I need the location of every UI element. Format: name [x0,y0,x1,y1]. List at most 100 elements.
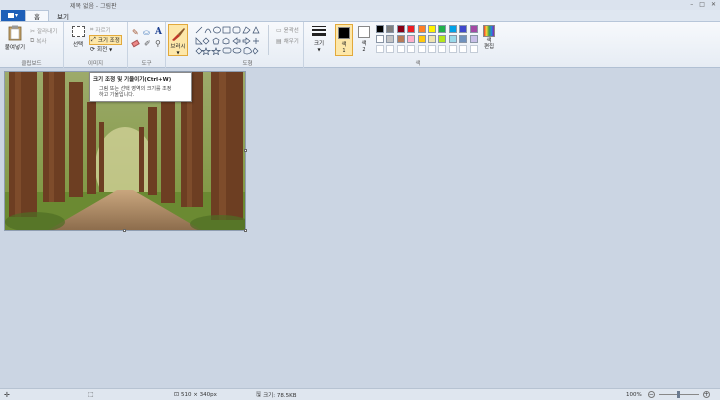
palette-swatch[interactable] [469,45,478,53]
palette-swatch[interactable] [459,25,468,33]
rotate-button[interactable]: ⟳ 회전 ▼ [90,45,113,54]
fill-shape-icon: ▤ [276,37,282,45]
colors-group: 색 1 색 2 색 편집 색 [334,22,502,68]
resize-handle-bottom[interactable] [123,229,126,232]
line-size-icon [312,26,326,36]
brushes-chevron-icon: ▼ [176,50,180,55]
palette-swatch[interactable] [428,25,436,33]
outline-button[interactable]: ▭ 윤곽선 [276,26,299,35]
copy-button[interactable]: ⧉ 복사 [30,37,46,45]
text-tool-icon[interactable]: A [155,27,162,37]
window-title: 제목 없음 - 그림판 [70,2,117,10]
size-label: 크기 [313,41,325,47]
color-palette [376,25,480,55]
select-button[interactable]: 선택 [69,26,87,56]
outline-icon: ▭ [276,26,282,34]
palette-swatch[interactable] [448,25,457,33]
disk-icon: 🖫 [256,390,262,398]
palette-swatch[interactable] [469,25,478,33]
color2-button[interactable]: 색 2 [355,24,373,56]
crop-label: 자르기 [95,28,111,34]
dimensions-text: 510 × 340px [181,391,217,398]
clipboard-group: 붙여넣기 ✂ 잘라내기 ⧉ 복사 클립보드 [0,22,64,68]
close-button[interactable]: ✕ [711,1,716,8]
zoom-level: 100% [626,391,642,398]
palette-swatch[interactable] [376,25,384,33]
minimize-button[interactable]: – [690,1,693,8]
resize-button[interactable]: ⤢ 크기 조정 [89,35,122,45]
tooltip-title: 크기 조정 및 기울이기(Ctrl+W) [93,77,172,83]
copy-icon: ⧉ [30,37,35,44]
palette-swatch[interactable] [386,25,395,33]
palette-swatch[interactable] [407,45,416,53]
fill-button[interactable]: ▤ 채우기 [276,37,299,46]
brushes-button[interactable]: 브러시 ▼ [168,24,188,56]
crop-icon: ⌗ [90,26,94,33]
palette-swatch[interactable] [407,25,416,33]
color-picker-icon[interactable]: ✐ [144,39,151,48]
cut-label: 잘라내기 [37,29,58,35]
resize-icon: ⤢ [91,36,96,43]
resize-handle-right[interactable] [244,149,247,152]
file-menu-icon [7,13,14,18]
palette-swatch[interactable] [438,45,447,53]
palette-swatch[interactable] [428,35,436,43]
palette-swatch[interactable] [459,35,468,43]
clipboard-icon [8,25,22,41]
edit-colors-button[interactable]: 색 편집 [480,25,498,57]
crop-button[interactable]: ⌗ 자르기 [90,26,111,34]
ribbon-tabs: ▾ 홈 보기 [0,10,720,22]
palette-swatch[interactable] [396,25,405,33]
image-dimensions: ⊡ 510 × 340px [174,391,217,398]
shapes-group: ▭ 윤곽선 ▤ 채우기 도형 [192,22,304,68]
size-button[interactable]: 크기 ▼ [308,25,330,57]
palette-swatch[interactable] [396,45,405,53]
palette-swatch[interactable] [386,45,395,53]
shapes-scroll[interactable] [268,25,273,55]
palette-swatch[interactable] [438,35,447,43]
palette-swatch[interactable] [417,25,426,33]
fill-icon[interactable]: ⛀ [143,28,150,37]
palette-swatch[interactable] [396,35,405,43]
chevron-down-icon: ▼ [109,46,113,52]
canvas-area[interactable] [0,68,720,388]
resize-tooltip: 크기 조정 및 기울이기(Ctrl+W) 그림 또는 선택 영역의 크기를 조정… [89,72,192,102]
file-size: 🖫 크기: 78.5KB [256,390,296,400]
magnifier-icon[interactable]: ⚲ [155,39,161,48]
palette-swatch[interactable] [448,45,457,53]
copy-label: 복사 [36,39,47,45]
zoom-out-icon[interactable]: − [647,391,655,398]
tooltip-body-line2: 하고 기울입니다. [99,92,135,98]
crosshair-icon: ✛ [4,390,10,399]
palette-swatch[interactable] [376,45,384,53]
tab-view[interactable]: 보기 [49,10,77,21]
tools-group: ✎ ⛀ A ✐ ⚲ 도구 [128,22,166,68]
color1-swatch [338,27,350,39]
cut-button[interactable]: ✂ 잘라내기 [30,27,58,36]
palette-swatch[interactable] [448,35,457,43]
pencil-icon[interactable]: ✎ [132,28,139,37]
shapes-gallery[interactable] [195,25,267,55]
tab-home[interactable]: 홈 [25,10,49,21]
ribbon: 붙여넣기 ✂ 잘라내기 ⧉ 복사 클립보드 선택 ⌗ 자르기 ⤢ 크기 조정 ⟳… [0,22,720,68]
color1-button[interactable]: 색 1 [335,24,353,56]
palette-swatch[interactable] [459,45,468,53]
zoom-slider[interactable] [658,391,699,398]
zoom-in-icon[interactable]: + [702,391,710,398]
zoom-slider-thumb[interactable] [676,391,680,398]
paste-button[interactable]: 붙여넣기 [4,25,26,55]
resize-handle-corner[interactable] [244,229,247,232]
file-menu-button[interactable]: ▾ [1,10,25,21]
select-label: 선택 [72,42,84,48]
palette-swatch[interactable] [417,45,426,53]
palette-swatch[interactable] [417,35,426,43]
palette-swatch[interactable] [428,45,436,53]
palette-swatch[interactable] [469,35,478,43]
cursor-position: ✛ [4,391,10,399]
palette-swatch[interactable] [376,35,384,43]
palette-swatch[interactable] [438,25,447,33]
eraser-icon[interactable] [131,39,140,48]
palette-swatch[interactable] [386,35,395,43]
maximize-button[interactable]: □ [699,1,705,8]
palette-swatch[interactable] [407,35,416,43]
